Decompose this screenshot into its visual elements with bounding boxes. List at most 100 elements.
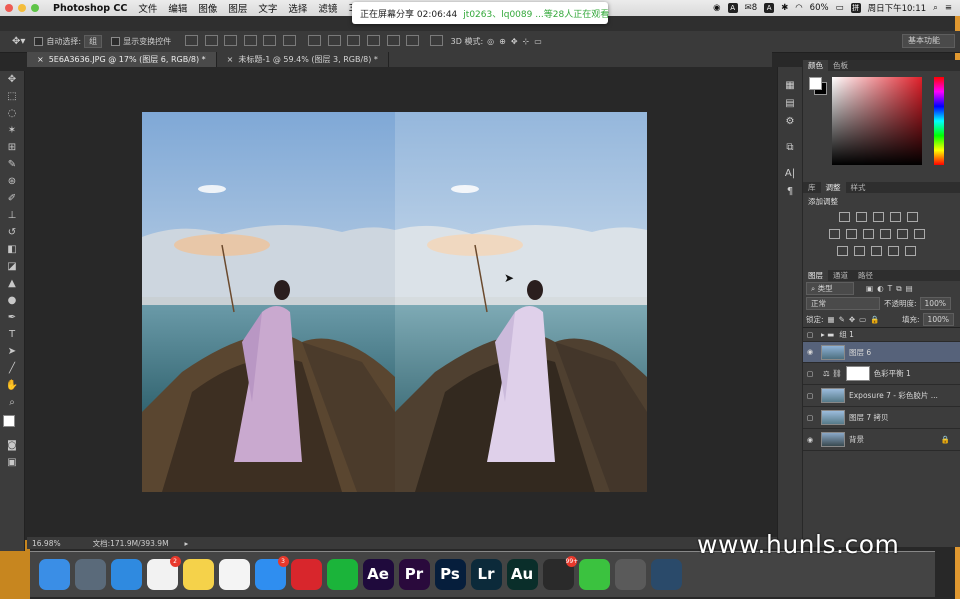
vibrance-icon[interactable] [907,212,918,222]
fg-color-swatch[interactable] [809,77,822,90]
align-right-icon[interactable] [282,35,296,46]
reminders-icon[interactable]: 2 [146,556,181,590]
levels-icon[interactable] [856,212,867,222]
invert-icon[interactable] [837,246,848,256]
tab-libraries[interactable]: 库 [803,182,821,193]
lightroom-icon[interactable]: Lr [470,559,502,590]
tab-adjustments[interactable]: 调整 [820,182,846,193]
gradient-map-icon[interactable] [888,246,899,256]
show-transform-checkbox[interactable] [111,37,121,46]
layer-row-background[interactable]: ◉ 背景 🔒 [803,429,960,451]
workspace-switcher[interactable]: 基本功能 [902,34,955,48]
paint-bucket-tool-icon[interactable]: ◪ [0,258,24,275]
safari-icon[interactable] [110,559,142,590]
distribute-right-icon[interactable] [406,35,420,46]
clone-source-icon[interactable]: ⧉ [778,139,802,157]
close-tab-icon[interactable]: × [37,55,44,64]
properties-icon[interactable]: ⚙ [778,113,802,131]
zoom-level[interactable]: 16.98% [32,539,61,548]
visibility-toggle[interactable]: ▢ [803,331,817,339]
battery-label[interactable]: 60% [810,3,829,13]
line-tool-icon[interactable]: ╱ [0,360,24,377]
menu-select[interactable]: 选择 [288,1,307,15]
blend-mode-dropdown[interactable]: 正常 [806,297,880,310]
tab-paths[interactable]: 路径 [853,270,878,281]
exposure-icon[interactable] [890,212,901,222]
layer-row-exposure[interactable]: ▢ Exposure 7 - 彩色胶片 ... [803,385,960,407]
layer-row-selected[interactable]: ◉ 图层 6 [803,342,960,363]
fill-input[interactable]: 100% [922,312,954,326]
foreground-color-swatch[interactable] [3,415,15,427]
visibility-toggle[interactable]: ▢ [803,414,817,422]
photos-icon[interactable] [218,559,250,590]
quicktime-icon[interactable] [650,559,682,590]
layer-row-adjustment[interactable]: ▢ ⚖ ⛓ 色彩平衡 1 [803,363,960,385]
chinese-input-icon[interactable]: 拼 [850,3,861,13]
crop-tool-icon[interactable]: ⊞ [0,139,24,156]
tab-channels[interactable]: 通道 [828,270,853,281]
menu-type[interactable]: 文字 [258,1,277,15]
photo-filter-icon[interactable] [880,229,891,239]
screen-mode-icon[interactable]: ▣ [0,454,24,471]
selective-color-icon[interactable] [905,246,916,256]
lasso-tool-icon[interactable]: ◌ [0,105,24,122]
align-hcenter-icon[interactable] [263,35,277,46]
screenshot-icon[interactable] [614,559,646,590]
iqiyi-icon[interactable] [326,559,358,590]
marquee-tool-icon[interactable]: ⬚ [0,88,24,105]
align-bottom-icon[interactable] [224,35,238,46]
move-tool-icon[interactable]: ✥▾ [12,36,25,47]
zoom-icon[interactable] [31,4,39,12]
clock[interactable]: 周日下午10:11 [868,2,927,14]
distribute-top-icon[interactable] [308,35,322,46]
hue-slider[interactable] [934,77,944,165]
tab-color[interactable]: 颜色 [803,60,828,71]
brightness-icon[interactable] [839,212,850,222]
auto-select-dropdown[interactable]: 组 [84,35,103,48]
color-field[interactable] [832,77,922,165]
actions-icon[interactable]: ▤ [778,95,802,113]
hand-tool-icon[interactable]: ✋ [0,377,24,394]
zoom-tool-icon[interactable]: ⌕ [0,394,24,411]
path-selection-tool-icon[interactable]: ➤ [0,343,24,360]
distribute-left-icon[interactable] [367,35,381,46]
magic-wand-tool-icon[interactable]: ✶ [0,122,24,139]
pen-tool-icon[interactable]: ✒ [0,309,24,326]
layer-filter-icons[interactable]: ▣◐T⧉▤ [866,284,917,294]
layer-row-copy[interactable]: ▢ 图层 7 拷贝 [803,407,960,429]
audition-icon[interactable]: Au [506,559,538,590]
after-effects-icon[interactable]: Ae [362,559,394,590]
posterize-icon[interactable] [854,246,865,256]
eye-icon[interactable]: ◉ [803,348,817,356]
auto-align-icon[interactable] [429,35,443,46]
menu-layer[interactable]: 图层 [228,1,247,15]
black-white-icon[interactable] [863,229,874,239]
status-arrow-icon[interactable]: ▸ [185,539,189,548]
layer-filter-dropdown[interactable]: ⌕ 类型 [806,282,854,295]
auto-select-checkbox[interactable] [34,37,44,46]
search-icon[interactable]: ⌕ [933,3,938,13]
notification-icon[interactable]: ✉8 [745,3,758,13]
menu-edit[interactable]: 编辑 [168,1,187,15]
align-left-icon[interactable] [243,35,257,46]
align-top-icon[interactable] [185,35,199,46]
menu-filter[interactable]: 滤镜 [318,1,337,15]
netease-music-icon[interactable] [290,559,322,590]
wifi-icon[interactable]: ◠ [795,3,802,13]
color-balance-icon[interactable] [846,229,857,239]
type-tool-icon[interactable]: T [0,326,24,343]
finder-icon[interactable] [38,559,70,590]
paragraph-icon[interactable]: ¶ [778,183,802,201]
threshold-icon[interactable] [871,246,882,256]
visibility-toggle[interactable]: ▢ [803,370,817,378]
align-vcenter-icon[interactable] [204,35,218,46]
clone-stamp-tool-icon[interactable]: ⊥ [0,207,24,224]
adobe-icon[interactable]: A [727,3,738,13]
menu-list-icon[interactable]: ≡ [945,3,952,13]
notes-icon[interactable] [182,559,214,590]
tab-styles[interactable]: 样式 [846,182,871,193]
photoshop-icon[interactable]: Ps [434,559,466,590]
channel-mixer-icon[interactable] [897,229,908,239]
brush-tool-icon[interactable]: ✐ [0,190,24,207]
tab-swatches[interactable]: 色板 [828,60,853,71]
